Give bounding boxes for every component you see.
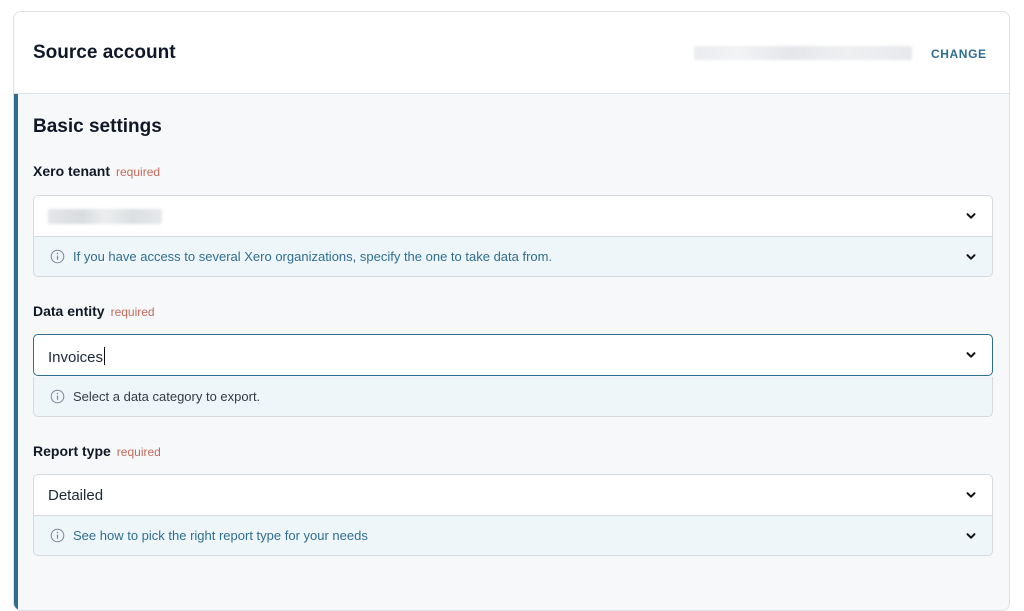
source-account-title: Source account: [33, 42, 176, 63]
xero-tenant-hint-text: If you have access to several Xero organ…: [73, 249, 553, 264]
data-entity-hint: Select a data category to export.: [33, 377, 993, 417]
info-icon: [50, 389, 65, 404]
report-type-select[interactable]: Detailed: [33, 474, 993, 516]
xero-tenant-label-text: Xero tenant: [33, 163, 111, 179]
xero-tenant-value-redacted: [48, 209, 162, 224]
required-marker: required: [116, 445, 161, 459]
section-accent-bar: [14, 94, 18, 610]
data-entity-hint-text: Select a data category to export.: [73, 389, 261, 404]
report-type-label: Report type required: [33, 443, 161, 459]
xero-tenant-label: Xero tenant required: [33, 163, 160, 179]
data-entity-label-text: Data entity: [33, 303, 105, 319]
basic-settings-panel: Basic settings Xero tenant required If yo…: [14, 94, 1009, 610]
report-type-hint[interactable]: See how to pick the right report type fo…: [33, 516, 993, 556]
data-entity-value: Invoices: [48, 347, 106, 366]
required-marker: required: [110, 305, 155, 319]
data-entity-label: Data entity required: [33, 303, 155, 319]
source-account-header: Source account CHANGE: [14, 12, 1009, 94]
chevron-down-icon[interactable]: [964, 250, 978, 264]
xero-tenant-select[interactable]: [33, 195, 993, 237]
data-entity-value-text: Invoices: [48, 349, 104, 366]
chevron-down-icon[interactable]: [964, 529, 978, 543]
required-marker: required: [116, 165, 161, 179]
data-entity-select[interactable]: Invoices: [33, 334, 993, 376]
chevron-down-icon[interactable]: [964, 209, 978, 223]
info-icon: [50, 528, 65, 543]
report-type-hint-text: See how to pick the right report type fo…: [73, 528, 368, 543]
chevron-down-icon[interactable]: [964, 488, 978, 502]
report-type-value: Detailed: [48, 487, 104, 504]
xero-tenant-hint[interactable]: If you have access to several Xero organ…: [33, 237, 993, 277]
report-type-label-text: Report type: [33, 443, 111, 459]
change-account-button[interactable]: CHANGE: [931, 47, 987, 61]
basic-settings-title: Basic settings: [33, 116, 162, 137]
chevron-down-icon[interactable]: [964, 348, 978, 362]
text-cursor: [104, 347, 106, 365]
source-account-name-redacted: [694, 46, 912, 60]
source-settings-card: Source account CHANGE Basic settings Xer…: [13, 11, 1010, 611]
info-icon: [50, 249, 65, 264]
